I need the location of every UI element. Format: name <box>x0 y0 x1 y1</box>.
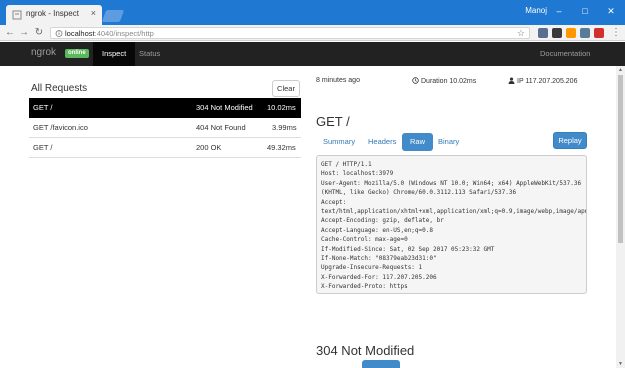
browser-menu-icon[interactable]: ⋮ <box>610 26 622 39</box>
replay-button[interactable]: Replay <box>553 132 587 149</box>
request-duration: 3.99ms <box>272 123 297 132</box>
tab-binary[interactable]: Binary <box>430 133 467 151</box>
request-status: 304 Not Modified <box>196 103 253 112</box>
bookmark-star-icon[interactable]: ☆ <box>517 28 525 39</box>
url-text: localhost:4040/inspect/http <box>65 29 154 38</box>
extension-icon[interactable] <box>566 28 576 38</box>
reload-button[interactable]: ↻ <box>33 26 45 39</box>
nav-documentation[interactable]: Documentation <box>540 42 590 66</box>
tab-summary[interactable]: Summary <box>315 133 363 151</box>
scrollbar-thumb[interactable] <box>618 75 623 243</box>
tab-raw[interactable]: Raw <box>402 133 434 151</box>
status-badge: online <box>65 49 89 58</box>
request-status: 404 Not Found <box>196 123 246 132</box>
request-duration: 10.02ms <box>267 103 296 112</box>
browser-toolbar: ← → ↻ localhost:4040/inspect/http ☆ ⋮ <box>0 25 625 41</box>
request-line: GET / <box>33 103 53 112</box>
request-row[interactable]: GET / 304 Not Modified 10.02ms <box>29 98 301 118</box>
ngrok-navbar: ngrok online Inspect Status Documentatio… <box>0 42 625 66</box>
tab-close-icon[interactable]: × <box>91 8 96 18</box>
scroll-up-icon[interactable]: ▲ <box>616 66 625 74</box>
address-bar[interactable]: localhost:4040/inspect/http ☆ <box>50 27 530 39</box>
request-line: GET / <box>33 143 53 152</box>
request-duration-meta: Duration 10.02ms <box>412 77 476 85</box>
minimize-button[interactable]: – <box>551 4 567 18</box>
scroll-down-icon[interactable]: ▼ <box>616 360 625 368</box>
request-duration: 49.32ms <box>267 143 296 152</box>
request-status: 200 OK <box>196 143 222 152</box>
extension-icon[interactable] <box>538 28 548 38</box>
request-time-ago: 8 minutes ago <box>316 77 360 84</box>
page-favicon-icon <box>12 10 22 20</box>
close-window-button[interactable]: ✕ <box>603 4 619 18</box>
request-ip: IP 117.207.205.206 <box>508 77 577 85</box>
forward-button[interactable]: → <box>18 26 30 39</box>
extension-icon[interactable] <box>580 28 590 38</box>
pocket-icon[interactable] <box>552 28 562 38</box>
extension-icon[interactable] <box>594 28 604 38</box>
tab-title: ngrok - Inspect <box>26 9 79 18</box>
nav-status[interactable]: Status <box>139 42 160 66</box>
user-icon <box>508 77 515 84</box>
clock-icon <box>412 77 419 84</box>
request-line: GET /favicon.ico <box>33 123 88 132</box>
request-row[interactable]: GET / 200 OK 49.32ms <box>29 138 301 158</box>
tab-headers[interactable]: Headers <box>360 133 404 151</box>
request-detail-title: GET / <box>316 114 350 129</box>
requests-title: All Requests <box>31 83 88 94</box>
browser-titlebar: ngrok - Inspect × Manoj – □ ✕ <box>0 0 625 25</box>
nav-inspect[interactable]: Inspect <box>93 42 136 66</box>
request-row[interactable]: GET /favicon.ico 404 Not Found 3.99ms <box>29 118 301 138</box>
info-icon <box>55 30 63 37</box>
raw-request-content: GET / HTTP/1.1 Host: localhost:3979 User… <box>316 155 587 294</box>
response-status-title: 304 Not Modified <box>316 343 415 358</box>
browser-user-name[interactable]: Manoj <box>525 6 547 15</box>
response-tab-strip <box>362 360 400 368</box>
brand-logo[interactable]: ngrok <box>31 47 56 58</box>
clear-button[interactable]: Clear <box>272 80 300 97</box>
maximize-button[interactable]: □ <box>577 4 593 18</box>
new-tab-button[interactable] <box>101 10 125 22</box>
browser-tab[interactable]: ngrok - Inspect × <box>6 5 102 25</box>
back-button[interactable]: ← <box>4 26 16 39</box>
